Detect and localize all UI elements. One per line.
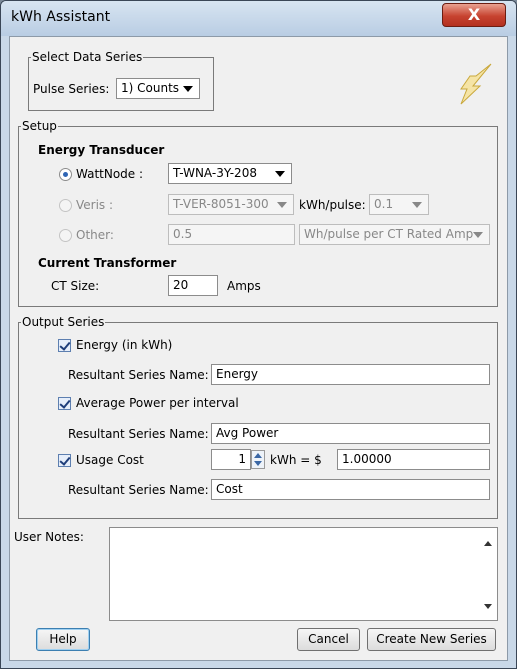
usage-kwh-input[interactable]: 1 (211, 449, 251, 470)
chevron-down-icon (473, 232, 483, 238)
energy-label: Energy (in kWh) (76, 338, 173, 352)
kwh-pulse-select[interactable]: 0.1 (369, 194, 429, 215)
lightning-bolt-icon (460, 63, 492, 105)
close-button[interactable]: X (442, 3, 506, 27)
avg-power-label: Average Power per interval (76, 396, 239, 410)
user-notes-textarea[interactable] (109, 527, 498, 621)
pulse-series-value: 1) Counts (121, 81, 180, 95)
other-label: Other: (76, 228, 114, 242)
pulse-series-select[interactable]: 1) Counts (116, 78, 200, 99)
output-series-group: Output Series Energy (in kWh) Resultant … (18, 315, 498, 519)
energy-transducer-heading: Energy Transducer (38, 143, 165, 157)
setup-legend: Setup (22, 119, 57, 133)
cancel-button[interactable]: Cancel (297, 628, 360, 651)
spinner-up-icon[interactable] (254, 453, 262, 458)
window-title: kWh Assistant (11, 9, 111, 25)
current-transformer-heading: Current Transformer (38, 256, 177, 270)
energy-series-name-input[interactable]: Energy (211, 364, 490, 385)
usage-kwh-spinner[interactable] (251, 450, 265, 469)
user-notes-scrollbar[interactable] (480, 528, 497, 620)
veris-radio[interactable] (59, 199, 72, 212)
kwh-pulse-value: 0.1 (374, 197, 394, 211)
kwh-assistant-window: kWh Assistant X Select Data Series Pulse… (0, 0, 517, 669)
wattnode-model-value: T-WNA-3Y-208 (173, 166, 257, 180)
pulse-series-label: Pulse Series: (33, 82, 110, 96)
create-new-series-button[interactable]: Create New Series (367, 628, 496, 651)
scroll-up-icon[interactable] (484, 541, 492, 546)
energy-series-name-label: Resultant Series Name: (68, 368, 209, 382)
cost-series-name-input[interactable]: Cost (211, 479, 490, 500)
other-value-field[interactable]: 0.5 (168, 224, 295, 245)
other-unit-value: Wh/pulse per CT Rated Amp (304, 227, 474, 241)
veris-label: Veris : (76, 198, 114, 212)
chevron-down-icon (275, 171, 285, 177)
usage-rate-input[interactable]: 1.00000 (337, 449, 490, 470)
select-data-series-group: Select Data Series Pulse Series: 1) Coun… (28, 50, 214, 111)
chevron-down-icon (183, 86, 193, 92)
veris-model-value: T-VER-8051-300 (173, 197, 269, 211)
avg-power-series-name-label: Resultant Series Name: (68, 427, 209, 441)
user-notes-label: User Notes: (14, 530, 84, 544)
usage-cost-label: Usage Cost (76, 453, 144, 467)
kwh-pulse-label: kWh/pulse: (299, 198, 366, 212)
usage-cost-checkbox[interactable] (58, 454, 71, 467)
ct-unit-label: Amps (227, 279, 261, 293)
help-button[interactable]: Help (36, 628, 90, 651)
energy-checkbox[interactable] (58, 339, 71, 352)
spinner-down-icon[interactable] (254, 461, 262, 466)
wattnode-model-select[interactable]: T-WNA-3Y-208 (168, 163, 292, 184)
avg-power-checkbox[interactable] (58, 397, 71, 410)
kwh-equals-label: kWh = $ (270, 453, 322, 467)
title-bar[interactable]: kWh Assistant X (1, 1, 516, 36)
chevron-down-icon (277, 202, 287, 208)
dialog-content: Select Data Series Pulse Series: 1) Coun… (9, 36, 508, 661)
cost-series-name-label: Resultant Series Name: (68, 483, 209, 497)
output-series-legend: Output Series (22, 315, 105, 329)
other-radio[interactable] (59, 229, 72, 242)
chevron-down-icon (412, 202, 422, 208)
avg-power-series-name-input[interactable]: Avg Power (211, 423, 490, 444)
other-unit-select[interactable]: Wh/pulse per CT Rated Amp (299, 224, 490, 245)
veris-model-select[interactable]: T-VER-8051-300 (168, 194, 294, 215)
wattnode-radio[interactable] (59, 168, 72, 181)
ct-size-label: CT Size: (51, 279, 100, 293)
select-data-series-legend: Select Data Series (32, 50, 143, 64)
wattnode-label: WattNode : (76, 167, 144, 181)
ct-size-input[interactable]: 20 (168, 275, 218, 296)
scroll-down-icon[interactable] (484, 604, 492, 609)
setup-group: Setup Energy Transducer WattNode : T-WNA… (18, 119, 498, 307)
